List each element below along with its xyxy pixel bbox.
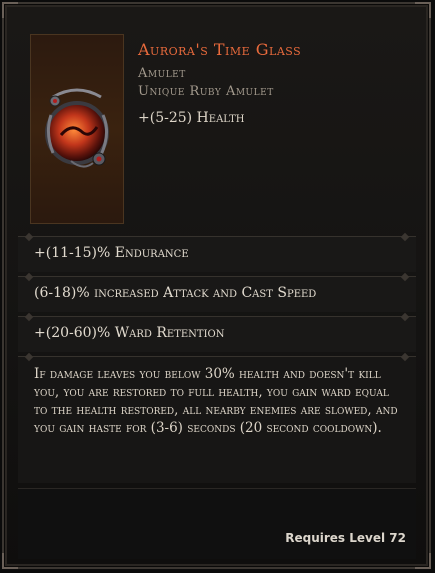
level-requirement: Requires Level 72 [285,531,406,545]
implicit-affix: +(5-25) Health [138,110,245,126]
tooltip-footer: Requires Level 72 [18,488,416,559]
frame-corner [415,553,431,569]
item-icon-frame [30,34,124,224]
frame-corner [2,2,18,18]
frame-corner [415,2,431,18]
affix-row: (6-18)% increased Attack and Cast Speed [18,272,416,312]
description-text: If damage leaves you below 30% health an… [34,366,398,436]
item-base-type: Unique Ruby Amulet [138,84,274,99]
divider-notch [400,352,410,362]
item-name: Aurora's Time Glass [138,40,302,59]
divider-notch [24,312,34,322]
divider-notch [400,272,410,282]
amulet-orb-icon [45,88,109,168]
affix-row: +(20-60)% Ward Retention [18,312,416,352]
divider-notch [24,272,34,282]
item-tooltip: Aurora's Time Glass Amulet Unique Ruby A… [2,2,431,569]
affix-row: +(11-15)% Endurance [18,232,416,272]
affix-endurance: +(11-15)% Endurance [34,245,189,261]
affix-attack-cast-speed: (6-18)% increased Attack and Cast Speed [34,285,317,301]
item-type: Amulet [138,66,186,81]
affix-ward-retention: +(20-60)% Ward Retention [34,325,225,341]
divider-notch [24,352,34,362]
tooltip-header: Aurora's Time Glass Amulet Unique Ruby A… [18,18,416,236]
divider-notch [400,312,410,322]
unique-effect-description: If damage leaves you below 30% health an… [18,352,416,483]
frame-corner [2,553,18,569]
